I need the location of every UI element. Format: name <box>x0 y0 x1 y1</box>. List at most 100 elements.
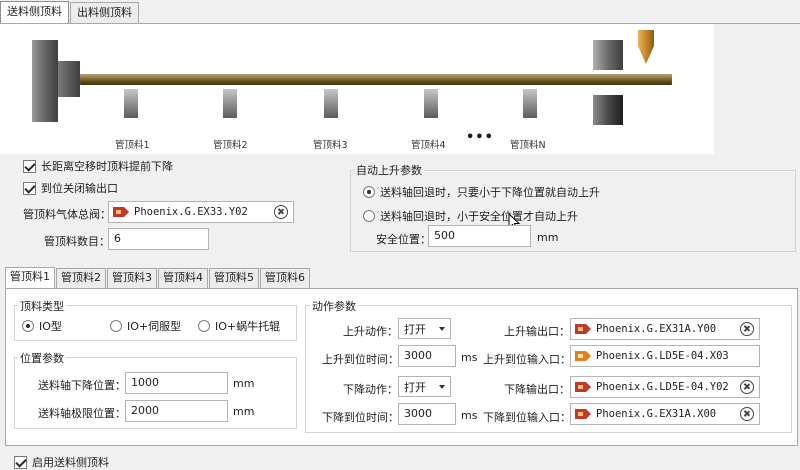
radio-type-io-label: IO型 <box>39 320 62 333</box>
ejector-pillar-3 <box>324 89 338 118</box>
type-group-title: 顶料类型 <box>18 298 66 314</box>
enable-feed-label: 启用送料侧顶料 <box>32 456 109 469</box>
pipe-rod <box>80 74 672 85</box>
tab-ejector-4[interactable]: 管顶料4 <box>158 268 208 288</box>
gas-valve-field[interactable]: Phoenix.G.EX33.Y02 <box>108 201 294 223</box>
chevron-down-icon <box>439 326 445 331</box>
down-time-input[interactable]: 3000 <box>398 403 456 425</box>
down-action-label: 下降动作： <box>343 383 398 396</box>
up-output-value: Phoenix.G.EX31A.Y00 <box>596 323 717 335</box>
safe-position-unit: mm <box>537 231 559 244</box>
limit-position-label: 送料轴极限位置： <box>38 407 126 420</box>
clear-icon[interactable] <box>740 322 754 336</box>
type-servo-option[interactable]: IO+伺服型 <box>110 318 181 334</box>
lower-position-label: 送料轴下降位置： <box>38 379 126 392</box>
ejector-label-3: 管顶料3 <box>313 140 348 151</box>
ejector-label-n: 管顶料N <box>510 140 546 151</box>
gas-valve-label: 管顶料气体总阀： <box>23 208 111 221</box>
position-group-title: 位置参数 <box>18 350 66 366</box>
tab-feed-side[interactable]: 送料侧顶料 <box>0 1 69 24</box>
up-action-value: 打开 <box>404 322 426 336</box>
ejector-tab-bar: 管顶料1 管顶料2 管顶料3 管顶料4 管顶料5 管顶料6 <box>5 267 311 288</box>
down-action-value: 打开 <box>404 380 426 394</box>
feed-chuck-block <box>32 40 58 122</box>
upper-clamp-block <box>593 40 623 70</box>
up-action-select[interactable]: 打开 <box>398 318 451 339</box>
radio-type-snail[interactable] <box>198 320 210 332</box>
auto-lift-title: 自动上升参数 <box>354 162 424 178</box>
down-time-unit: ms <box>461 409 478 422</box>
laser-nozzle-icon <box>638 30 654 64</box>
gas-valve-value: Phoenix.G.EX33.Y02 <box>134 206 248 218</box>
tab-ejector-6[interactable]: 管顶料6 <box>260 268 310 288</box>
output-tag-icon <box>113 207 129 217</box>
tab-ejector-1[interactable]: 管顶料1 <box>5 267 55 288</box>
limit-position-input[interactable]: 2000 <box>125 400 228 422</box>
ejector-pillar-n <box>523 89 537 118</box>
ejector-label-1: 管顶料1 <box>115 140 150 151</box>
down-input-value: Phoenix.G.EX31A.X00 <box>596 408 717 420</box>
safe-position-label: 安全位置： <box>376 233 431 246</box>
safe-position-input[interactable]: 500 <box>428 225 531 247</box>
output-tag-icon <box>575 324 591 334</box>
close-output-checkbox[interactable] <box>23 181 36 195</box>
limit-position-unit: mm <box>233 405 255 418</box>
output-tag-icon <box>575 409 591 419</box>
up-input-field[interactable]: Phoenix.G.LD5E-04.X03 <box>570 345 760 367</box>
input-tag-icon <box>575 351 591 361</box>
count-label: 管顶料数目： <box>44 235 110 248</box>
radio-below-safe[interactable] <box>363 210 375 222</box>
long-distance-option[interactable]: 长距离空移时顶料提前下降 <box>23 158 173 174</box>
type-io-option[interactable]: IO型 <box>22 318 62 334</box>
down-output-value: Phoenix.G.LD5E-04.Y02 <box>596 381 729 393</box>
type-snail-option[interactable]: IO+蜗牛托辊 <box>198 318 280 334</box>
down-input-field[interactable]: Phoenix.G.EX31A.X00 <box>570 403 760 425</box>
output-tag-icon <box>575 382 591 392</box>
top-tab-bar: 送料侧顶料 出料侧顶料 <box>0 1 140 24</box>
close-output-option[interactable]: 到位关闭输出口 <box>23 180 118 196</box>
action-group-title: 动作参数 <box>310 298 358 314</box>
close-output-label: 到位关闭输出口 <box>41 182 118 195</box>
radio-below-lower-label: 送料轴回退时，只要小于下降位置就自动上升 <box>380 186 600 199</box>
radio-type-snail-label: IO+蜗牛托辊 <box>215 320 281 333</box>
down-action-select[interactable]: 打开 <box>398 376 451 397</box>
down-output-field[interactable]: Phoenix.G.LD5E-04.Y02 <box>570 376 760 398</box>
up-output-label: 上升输出口： <box>504 325 570 338</box>
tab-ejector-2[interactable]: 管顶料2 <box>56 268 106 288</box>
lower-clamp-block <box>593 95 623 125</box>
long-distance-label: 长距离空移时顶料提前下降 <box>41 160 173 173</box>
ejector-pillar-1 <box>124 89 138 118</box>
radio-type-io[interactable] <box>22 320 34 332</box>
down-output-label: 下降输出口： <box>504 383 570 396</box>
tab-discharge-side[interactable]: 出料侧顶料 <box>70 2 139 23</box>
clear-icon[interactable] <box>274 205 288 219</box>
lower-position-input[interactable]: 1000 <box>125 372 228 394</box>
radio-below-safe-label: 送料轴回退时，小于安全位置才自动上升 <box>380 210 578 223</box>
up-input-value: Phoenix.G.LD5E-04.X03 <box>596 350 729 362</box>
auto-lift-radio-1[interactable]: 送料轴回退时，只要小于下降位置就自动上升 <box>363 184 600 200</box>
chevron-down-icon <box>439 384 445 389</box>
ejector-pillar-2 <box>223 89 237 118</box>
count-input[interactable]: 6 <box>108 228 209 250</box>
ejector-label-4: 管顶料4 <box>411 140 446 151</box>
tab-ejector-3[interactable]: 管顶料3 <box>107 268 157 288</box>
up-time-label: 上升到位时间： <box>322 353 399 366</box>
up-time-input[interactable]: 3000 <box>398 345 456 367</box>
auto-lift-radio-2[interactable]: 送料轴回退时，小于安全位置才自动上升 <box>363 208 578 224</box>
enable-feed-checkbox[interactable] <box>14 455 27 469</box>
up-input-label: 上升到位输入口： <box>483 353 571 366</box>
radio-type-servo[interactable] <box>110 320 122 332</box>
long-distance-checkbox[interactable] <box>23 159 36 173</box>
up-time-unit: ms <box>461 351 478 364</box>
up-action-label: 上升动作： <box>343 325 398 338</box>
tab-ejector-5[interactable]: 管顶料5 <box>209 268 259 288</box>
up-output-field[interactable]: Phoenix.G.EX31A.Y00 <box>570 318 760 340</box>
lower-position-unit: mm <box>233 377 255 390</box>
enable-feed-option[interactable]: 启用送料侧顶料 <box>14 454 109 470</box>
clear-icon[interactable] <box>740 407 754 421</box>
radio-below-lower[interactable] <box>363 186 375 198</box>
ejector-pillar-4 <box>424 89 438 118</box>
ejector-label-2: 管顶料2 <box>213 140 248 151</box>
clear-icon[interactable] <box>740 380 754 394</box>
radio-type-servo-label: IO+伺服型 <box>127 320 182 333</box>
